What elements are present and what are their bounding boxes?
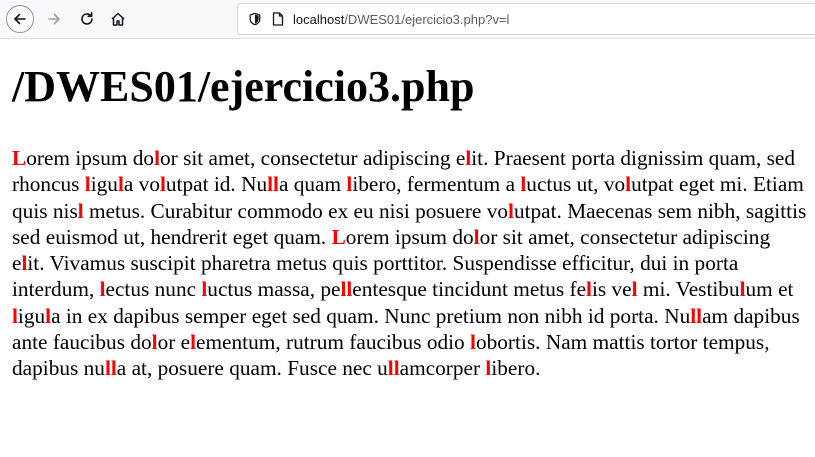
page-icon[interactable]: [272, 12, 284, 26]
highlighted-letter: l: [190, 330, 197, 355]
highlighted-letter: l: [12, 303, 18, 328]
highlighted-letter: l: [485, 356, 492, 381]
highlighted-letter: l: [84, 172, 91, 197]
highlighted-letter: l: [201, 277, 208, 302]
highlighted-letter: l: [117, 172, 124, 197]
highlighted-letter: l: [110, 356, 117, 381]
highlighted-letter: l: [159, 172, 166, 197]
shield-icon[interactable]: [248, 12, 262, 26]
arrow-right-icon: [48, 13, 60, 25]
home-icon: [111, 12, 125, 26]
highlighted-letter: l: [739, 277, 746, 302]
browser-toolbar: localhost/DWES01/ejercicio3.php?v=l: [0, 0, 815, 39]
highlighted-letter: l: [45, 303, 52, 328]
highlighted-letter: l: [473, 224, 480, 249]
highlighted-letter: l: [696, 303, 703, 328]
page-title: /DWES01/ejercicio3.php: [12, 62, 475, 111]
highlighted-letter: l: [393, 356, 400, 381]
url-path: /DWES01/ejercicio3.php?v=l: [344, 11, 510, 27]
forward-button[interactable]: [40, 5, 68, 33]
home-button[interactable]: [104, 5, 132, 33]
highlighted-letter: l: [99, 277, 106, 302]
highlighted-letter: l: [273, 172, 279, 197]
highlighted-letter: l: [77, 198, 84, 223]
url-host: localhost: [293, 11, 345, 27]
highlighted-letter: l: [154, 146, 160, 170]
highlighted-letter: L: [12, 146, 27, 170]
highlighted-letter: l: [21, 251, 28, 276]
highlighted-letter: l: [346, 172, 353, 197]
body-paragraph: Lorem ipsum dolor sit amet, consectetur …: [12, 146, 807, 381]
arrow-left-icon: [14, 13, 26, 25]
reload-button[interactable]: [73, 5, 101, 33]
highlighted-letter: l: [631, 277, 638, 302]
address-bar[interactable]: localhost/DWES01/ejercicio3.php?v=l: [237, 3, 815, 35]
highlighted-letter: l: [625, 172, 632, 197]
highlighted-letter: l: [470, 330, 476, 355]
highlighted-letter: l: [465, 146, 472, 170]
url-text[interactable]: localhost/DWES01/ejercicio3.php?v=l: [293, 12, 509, 27]
highlighted-letter: L: [331, 224, 346, 249]
reload-icon: [81, 12, 93, 25]
highlighted-letter: l: [586, 277, 592, 302]
back-button[interactable]: [6, 5, 34, 33]
highlighted-letter: l: [508, 198, 514, 223]
highlighted-letter: l: [151, 330, 158, 355]
page-content: /DWES01/ejercicio3.php Lorem ipsum dolor…: [0, 61, 815, 382]
highlighted-letter: l: [346, 277, 353, 302]
highlighted-letter: l: [520, 172, 527, 197]
